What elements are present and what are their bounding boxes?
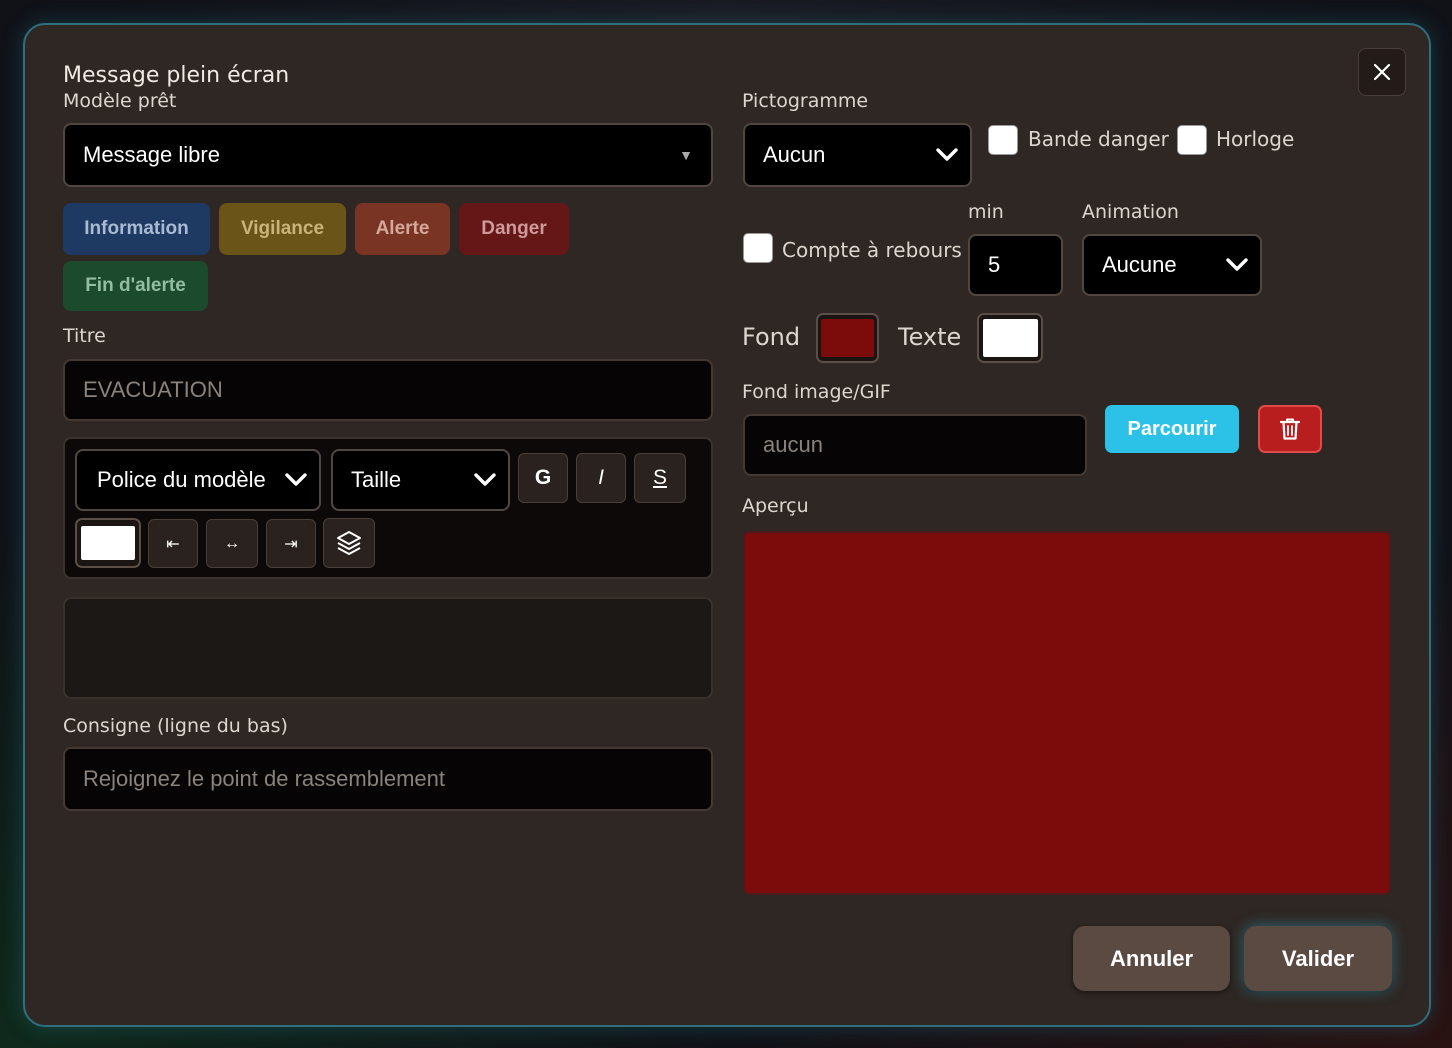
trash-icon (1279, 418, 1301, 440)
countdown-label: Compte à rebours (782, 238, 962, 262)
preset-information-button[interactable]: Information (63, 203, 210, 255)
chevron-down-icon (285, 473, 307, 486)
preset-label: Alerte (375, 218, 430, 239)
clock-label: Horloge (1216, 127, 1295, 151)
underline-label: S (652, 466, 667, 489)
dialog-title: Message plein écran (63, 63, 290, 88)
confirm-label: Valider (1281, 945, 1355, 971)
instruction-label: Consigne (ligne du bas) (63, 715, 288, 737)
bold-label: G (534, 466, 552, 489)
layers-button[interactable] (323, 518, 375, 568)
instruction-input-placeholder: Rejoignez le point de rassemblement (83, 766, 445, 791)
countdown-unit-label: min (968, 201, 1004, 223)
preview-panel (743, 531, 1391, 895)
bg-image-label: Fond image/GIF (742, 381, 891, 403)
bg-image-input[interactable]: aucun (743, 414, 1087, 476)
italic-label: I (598, 466, 604, 489)
preset-label: Information (84, 218, 189, 239)
preset-vigilance-button[interactable]: Vigilance (219, 203, 346, 255)
countdown-minutes-input[interactable]: 5 (968, 234, 1063, 296)
countdown-minutes-value: 5 (988, 252, 1001, 277)
instruction-input[interactable]: Rejoignez le point de rassemblement (63, 747, 713, 811)
text-color-swatch (81, 526, 135, 560)
size-select-value: Taille (351, 467, 402, 492)
pictogram-label: Pictogramme (742, 90, 869, 112)
align-center-icon: ↔ (224, 534, 240, 552)
background-color-label: Fond (742, 323, 801, 351)
template-select[interactable]: Message libre ▼ (63, 123, 713, 187)
layers-icon (337, 531, 361, 555)
align-right-icon: ⇥ (284, 535, 298, 553)
delete-image-button[interactable] (1258, 405, 1322, 453)
title-input-placeholder: EVACUATION (83, 377, 223, 402)
chevron-down-icon (1226, 258, 1248, 271)
danger-band-checkbox[interactable] (988, 125, 1018, 155)
fullscreen-message-dialog: Message plein écran Modèle prêt Message … (23, 23, 1431, 1027)
background-color-swatch (821, 319, 874, 357)
message-body-editor[interactable] (63, 597, 713, 699)
preset-fin-alerte-button[interactable]: Fin d'alerte (63, 261, 208, 311)
font-select-value: Police du modèle (97, 467, 266, 492)
clock-checkbox[interactable] (1177, 125, 1207, 155)
preset-label: Danger (481, 218, 547, 239)
browse-label: Parcourir (1127, 417, 1217, 440)
bg-image-placeholder: aucun (763, 432, 823, 457)
text-color-swatch (982, 319, 1038, 357)
close-icon (1373, 63, 1391, 81)
animation-select-value: Aucune (1102, 252, 1177, 277)
align-right-button[interactable]: ⇥ (266, 519, 316, 568)
size-select[interactable]: Taille (331, 449, 510, 511)
template-label: Modèle prêt (63, 90, 177, 112)
align-left-button[interactable]: ⇤ (148, 519, 198, 568)
pictogram-select[interactable]: Aucun (743, 123, 972, 187)
cancel-button[interactable]: Annuler (1073, 926, 1230, 991)
preset-label: Fin d'alerte (85, 275, 186, 296)
underline-button[interactable]: S (634, 453, 686, 503)
preset-danger-button[interactable]: Danger (459, 203, 569, 255)
cancel-label: Annuler (1109, 945, 1194, 971)
template-select-value: Message libre (83, 142, 220, 167)
title-input[interactable]: EVACUATION (63, 359, 713, 421)
text-color-label: Texte (898, 323, 962, 351)
text-color-picker-2[interactable] (977, 313, 1043, 363)
background-color-picker[interactable] (816, 313, 879, 363)
danger-band-label: Bande danger (1028, 127, 1169, 151)
browse-button[interactable]: Parcourir (1105, 405, 1239, 453)
dropdown-triangle-icon: ▼ (679, 147, 693, 163)
title-field-label: Titre (63, 325, 106, 347)
confirm-button[interactable]: Valider (1244, 926, 1392, 991)
bold-button[interactable]: G (518, 453, 568, 503)
animation-label: Animation (1082, 201, 1179, 223)
animation-select[interactable]: Aucune (1082, 234, 1262, 296)
preset-label: Vigilance (240, 218, 325, 239)
italic-button[interactable]: I (576, 453, 626, 503)
chevron-down-icon (936, 148, 958, 161)
close-button[interactable] (1358, 48, 1406, 96)
align-left-icon: ⇤ (166, 535, 180, 553)
pictogram-select-value: Aucun (763, 142, 826, 167)
chevron-down-icon (474, 473, 496, 486)
countdown-checkbox[interactable] (743, 233, 773, 263)
preview-label: Aperçu (742, 495, 809, 517)
text-color-picker[interactable] (75, 518, 141, 568)
font-select[interactable]: Police du modèle (75, 449, 321, 511)
align-center-button[interactable]: ↔ (206, 519, 258, 568)
preset-alerte-button[interactable]: Alerte (355, 203, 450, 255)
